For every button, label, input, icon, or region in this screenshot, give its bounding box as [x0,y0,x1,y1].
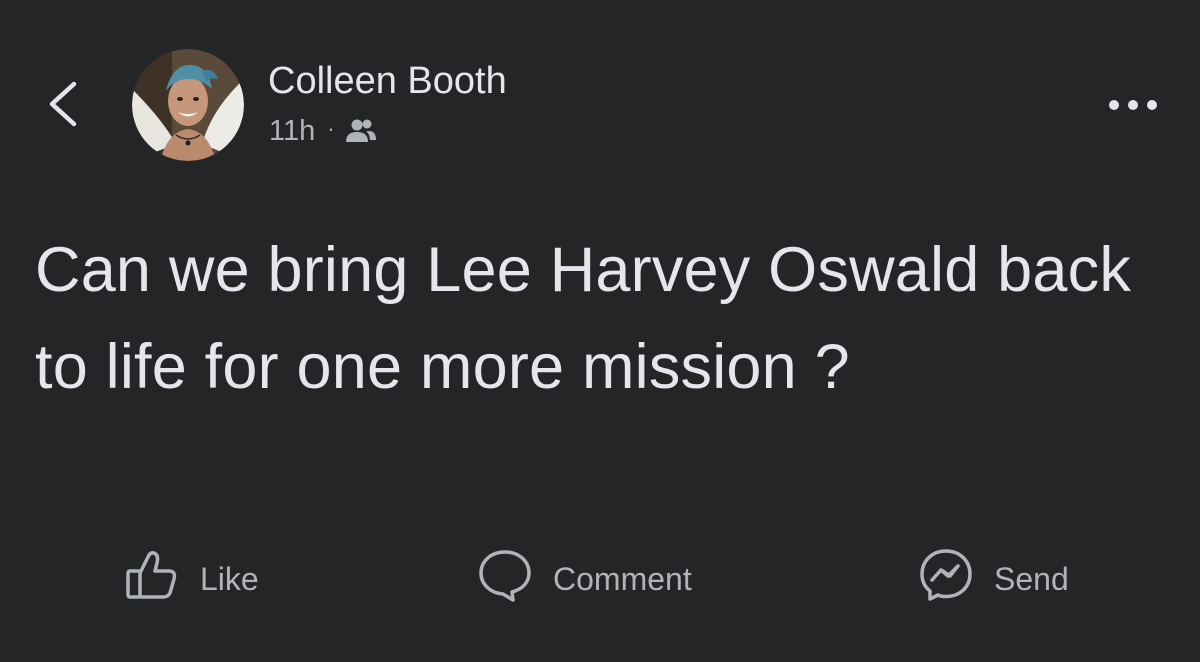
send-button[interactable]: Send [918,548,1069,610]
author-name[interactable]: Colleen Booth [268,60,507,103]
post-timestamp[interactable]: 11h [269,115,315,148]
like-label: Like [200,560,259,597]
profile-photo [132,49,244,161]
post-card: Colleen Booth 11h · Can we bring Lee Har… [0,0,1200,662]
avatar[interactable] [132,49,244,161]
like-button[interactable]: Like [124,548,259,610]
chevron-left-icon [49,81,77,127]
more-horizontal-icon [1109,100,1157,110]
post-meta: 11h · [269,114,377,148]
post-text: Can we bring Lee Harvey Oswald back to l… [35,235,1132,402]
comment-button[interactable]: Comment [477,548,692,610]
comment-bubble-icon [477,547,533,611]
friends-icon[interactable] [345,118,377,144]
comment-label: Comment [553,560,692,597]
back-button[interactable] [40,74,90,134]
meta-separator: · [327,116,335,141]
send-label: Send [994,560,1069,597]
more-options-button[interactable] [1100,88,1170,122]
action-bar: Like Comment Send [0,548,1200,610]
thumbs-up-icon [124,549,180,609]
messenger-icon [918,547,974,611]
